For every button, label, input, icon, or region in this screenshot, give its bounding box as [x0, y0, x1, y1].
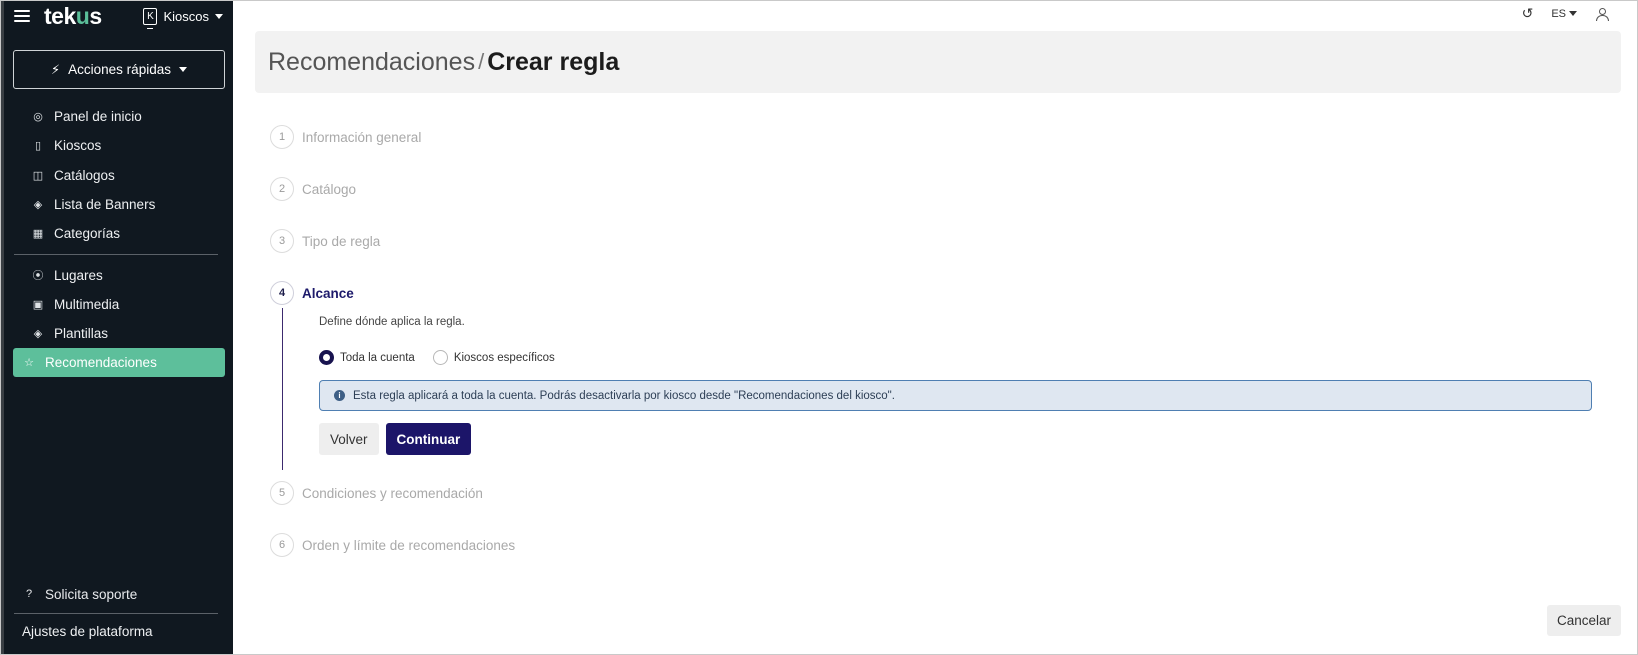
app-window: tekus K Kioscos ⚡ Acciones rápidas ◎ Pan…: [0, 0, 1638, 655]
kiosk-switcher[interactable]: K Kioscos: [143, 7, 223, 29]
chevron-down-icon: [1569, 11, 1577, 16]
step-alcance-content: Define dónde aplica la regla. Toda la cu…: [282, 308, 1600, 470]
step-label: Información general: [302, 129, 422, 145]
step-number: 3: [270, 229, 294, 253]
sidebar-item-label: Recomendaciones: [45, 355, 157, 371]
scope-description: Define dónde aplica la regla.: [319, 316, 465, 328]
chevron-down-icon: [215, 13, 223, 19]
history-icon[interactable]: ↺: [1522, 5, 1534, 22]
dashboard-icon: ◎: [33, 111, 43, 124]
sidebar-item-label: Kioscos: [54, 138, 102, 154]
lightning-icon: ⚡: [51, 61, 61, 77]
platform-settings-link[interactable]: Ajustes de plataforma: [4, 624, 233, 639]
layers-icon: ◈: [33, 199, 43, 212]
cancel-button[interactable]: Cancelar: [1546, 605, 1621, 636]
sidebar-item-label: Categorías: [54, 226, 121, 242]
step-actions: Volver Continuar: [319, 423, 1600, 455]
sidebar-item-categorias[interactable]: ▦ Categorías: [13, 219, 225, 248]
step-number: 6: [270, 533, 294, 557]
layers-icon: ◈: [33, 328, 43, 341]
radio-toda-la-cuenta[interactable]: Toda la cuenta: [319, 350, 415, 365]
sidebar-item-lista-de-banners[interactable]: ◈ Lista de Banners: [13, 190, 225, 219]
sidebar-item-recomendaciones[interactable]: ☆ Recomendaciones: [13, 348, 225, 378]
step-alcance[interactable]: 4 Alcance: [270, 280, 354, 306]
step-number: 2: [270, 177, 294, 201]
step-label: Orden y límite de recomendaciones: [302, 537, 516, 553]
support-link[interactable]: ? Solicita soporte: [4, 581, 233, 607]
scope-radio-group: Toda la cuenta Kioscos específicos: [319, 350, 1600, 365]
sidebar-item-multimedia[interactable]: ▣ Multimedia: [13, 290, 225, 319]
kiosk-icon: K: [143, 7, 158, 29]
star-icon: ☆: [24, 357, 34, 370]
page-header: Recomendaciones / Crear regla: [255, 31, 1621, 93]
sidebar-item-kioscos[interactable]: ▯ Kioscos: [13, 131, 225, 160]
sidebar-item-lugares[interactable]: ⦿ Lugares: [13, 260, 225, 289]
step-number: 4: [270, 281, 294, 305]
chevron-down-icon: [178, 67, 187, 72]
topbar-utilities: ↺ ES: [1522, 5, 1609, 22]
hamburger-menu-icon[interactable]: [14, 10, 30, 22]
sidebar-item-plantillas[interactable]: ◈ Plantillas: [13, 319, 225, 348]
sidebar: tekus K Kioscos ⚡ Acciones rápidas ◎ Pan…: [1, 1, 233, 654]
step-label: Condiciones y recomendación: [302, 485, 483, 501]
kiosk-icon: ▯: [34, 140, 42, 153]
sidebar-item-catalogos[interactable]: ◫ Catálogos: [13, 161, 225, 190]
sidebar-item-label: Lugares: [54, 267, 103, 283]
sidebar-nav: ◎ Panel de inicio ▯ Kioscos ◫ Catálogos …: [4, 102, 233, 378]
quick-actions-button[interactable]: ⚡ Acciones rápidas: [13, 50, 225, 89]
categories-icon: ▦: [32, 228, 44, 241]
back-button[interactable]: Volver: [319, 423, 379, 455]
sidebar-item-label: Multimedia: [54, 296, 120, 312]
book-icon: ◫: [32, 169, 44, 182]
info-alert-text: Esta regla aplicará a toda la cuenta. Po…: [353, 389, 895, 402]
language-selector[interactable]: ES: [1551, 8, 1577, 20]
step-catalogo[interactable]: 2 Catálogo: [270, 176, 356, 202]
radio-label: Toda la cuenta: [340, 351, 415, 364]
step-number: 1: [270, 125, 294, 149]
continue-button[interactable]: Continuar: [385, 423, 472, 455]
radio-indicator[interactable]: [432, 350, 448, 365]
sidebar-item-label: Panel de inicio: [54, 109, 142, 125]
quick-actions-label: Acciones rápidas: [68, 62, 171, 77]
step-number: 5: [270, 481, 294, 505]
sidebar-item-panel-de-inicio[interactable]: ◎ Panel de inicio: [13, 102, 225, 131]
radio-kioscos-especificos[interactable]: Kioscos específicos: [432, 350, 555, 365]
sidebar-item-label: Catálogos: [54, 167, 115, 183]
step-label: Alcance: [302, 285, 354, 301]
user-icon[interactable]: [1595, 7, 1609, 21]
info-icon: i: [334, 390, 345, 401]
step-condiciones-y-recomendacion[interactable]: 5 Condiciones y recomendación: [270, 480, 483, 506]
sidebar-header: tekus K Kioscos: [4, 1, 233, 31]
sidebar-item-label: Plantillas: [54, 326, 109, 342]
sidebar-footer: ? Solicita soporte Ajustes de plataforma: [4, 581, 233, 639]
step-tipo-de-regla[interactable]: 3 Tipo de regla: [270, 228, 380, 254]
language-label: ES: [1551, 7, 1566, 20]
breadcrumb-separator: /: [478, 49, 485, 74]
scope-info-alert: i Esta regla aplicará a toda la cuenta. …: [319, 380, 1592, 411]
sidebar-item-label: Lista de Banners: [54, 197, 156, 213]
kiosk-switcher-label: Kioscos: [163, 8, 209, 24]
breadcrumb-recomendaciones[interactable]: Recomendaciones: [268, 48, 475, 77]
help-circle-icon: ?: [25, 588, 33, 600]
image-icon: ▣: [32, 298, 44, 311]
sidebar-divider: [14, 613, 218, 614]
step-label: Tipo de regla: [302, 233, 381, 249]
sidebar-divider: [14, 254, 218, 256]
step-orden-y-limite[interactable]: 6 Orden y límite de recomendaciones: [270, 532, 515, 558]
support-label: Solicita soporte: [45, 586, 138, 602]
radio-indicator[interactable]: [319, 350, 334, 365]
radio-label: Kioscos específicos: [453, 351, 555, 364]
page-title: Crear regla: [487, 47, 620, 76]
step-informacion-general[interactable]: 1 Información general: [270, 124, 421, 150]
step-label: Catálogo: [302, 181, 357, 197]
location-pin-icon: ⦿: [32, 270, 44, 283]
tekus-logo[interactable]: tekus: [44, 4, 102, 28]
